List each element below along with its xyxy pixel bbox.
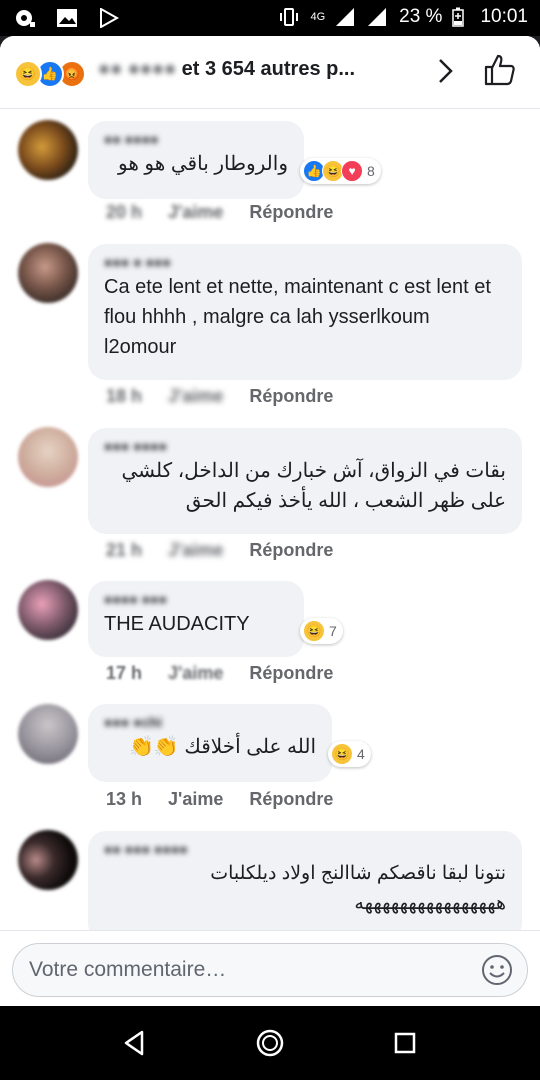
reply-link[interactable]: Répondre [249, 540, 333, 560]
comment-meta: 17 h J'aime Répondre [106, 663, 359, 684]
like-link[interactable]: J'aime [168, 202, 223, 222]
signal-icon [336, 8, 355, 26]
avatar[interactable] [18, 830, 78, 890]
avatar[interactable] [18, 580, 78, 640]
like-link[interactable]: J'aime [168, 386, 223, 406]
reply-link[interactable]: Répondre [249, 663, 333, 683]
haha-icon: 😆 [331, 743, 353, 765]
like-button-icon[interactable] [482, 52, 518, 88]
comment-time: 21 h [106, 540, 143, 560]
comment-author[interactable]: ●● ●●●● [104, 131, 288, 149]
reaction-count: 7 [329, 623, 337, 639]
notification-icon [16, 10, 35, 27]
comment-text: THE AUDACITY [104, 613, 250, 635]
comment-text: Ca ete lent et nette, maintenant c est l… [104, 276, 491, 358]
comment-text: بقات في الزواق، آش خبارك من الداخل، كلشي… [121, 460, 506, 512]
haha-icon: 😆 [14, 60, 42, 88]
comments-panel: 😆 👍 😡 ●● ●●●● et 3 654 autres p... ●● ●●… [0, 36, 540, 1006]
emoji-icon[interactable] [481, 954, 513, 986]
avatar[interactable] [18, 243, 78, 303]
love-icon: ♥ [341, 160, 363, 182]
network-type: 4G [310, 11, 326, 23]
comment-author[interactable]: ●●● ●●●● [104, 438, 506, 456]
comment-composer: Votre commentaire… [0, 930, 540, 1006]
comment-meta: 20 h J'aime Répondre [106, 202, 359, 223]
comment-reactions[interactable]: 👍 😆 ♥ 8 [300, 158, 381, 184]
reactors-suffix: et 3 654 autres p... [181, 58, 356, 80]
status-bar: 4G 23 % 10:01 [0, 0, 540, 36]
comment-input[interactable]: Votre commentaire… [12, 943, 528, 997]
comment-author[interactable]: ●●●● ●●● [104, 591, 288, 609]
comment-meta: 18 h J'aime Répondre [106, 386, 359, 407]
comment-input-placeholder: Votre commentaire… [29, 958, 227, 981]
comment-text: نتونا لبقا ناقصكم شاالنج اولاد ديلكلبات … [210, 863, 506, 914]
battery-percent: 23 % [399, 6, 443, 27]
system-nav-bar [0, 1006, 540, 1080]
chevron-right-icon[interactable] [430, 56, 460, 86]
avatar[interactable] [18, 120, 78, 180]
reaction-summary: 😆 👍 😡 [14, 60, 94, 88]
comment-text: والروطار باقي هو هو [118, 153, 288, 175]
vibrate-icon [280, 8, 299, 26]
comment-reactions[interactable]: 😆 7 [300, 618, 343, 644]
reply-link[interactable]: Répondre [249, 386, 333, 406]
comment-bubble[interactable]: ●●● ●chi الله على أخلاقك 👏👏 [88, 704, 332, 782]
avatar[interactable] [18, 704, 78, 764]
back-icon[interactable] [118, 1026, 152, 1060]
signal-icon-2 [368, 8, 387, 26]
comment-author[interactable]: ●● ●●● ●●●● [104, 841, 506, 859]
comment-meta: 13 h J'aime Répondre [106, 789, 359, 810]
comment-author[interactable]: ●●● ●chi [104, 714, 316, 732]
gallery-icon [57, 9, 77, 27]
comment-bubble[interactable]: ●● ●●● ●●●● نتونا لبقا ناقصكم شاالنج اول… [88, 831, 522, 941]
like-link[interactable]: J'aime [168, 540, 223, 560]
clock: 10:01 [480, 6, 528, 27]
reactions-header[interactable]: 😆 👍 😡 ●● ●●●● et 3 654 autres p... [0, 36, 540, 109]
comment-bubble[interactable]: ●●●● ●●● THE AUDACITY [88, 581, 304, 657]
comment-author[interactable]: ●●● ● ●●● [104, 254, 506, 272]
comment-bubble[interactable]: ●●● ●●●● بقات في الزواق، آش خبارك من الد… [88, 428, 522, 534]
reaction-count: 4 [357, 746, 365, 762]
like-link[interactable]: J'aime [168, 789, 223, 809]
like-link[interactable]: J'aime [168, 663, 223, 683]
comment-meta: 21 h J'aime Répondre [106, 540, 359, 561]
play-store-icon [100, 8, 120, 28]
comment-bubble[interactable]: ●● ●●●● والروطار باقي هو هو [88, 121, 304, 199]
reactors-names: ●● ●●●● [98, 58, 177, 80]
recents-icon[interactable] [388, 1026, 422, 1060]
reactors-text[interactable]: ●● ●●●● et 3 654 autres p... [98, 58, 355, 81]
reply-link[interactable]: Répondre [249, 202, 333, 222]
comment-text: الله على أخلاقك 👏👏 [129, 736, 316, 758]
comment-time: 18 h [106, 386, 143, 406]
comment-reactions[interactable]: 😆 4 [328, 741, 371, 767]
home-icon[interactable] [253, 1026, 287, 1060]
haha-icon: 😆 [303, 620, 325, 642]
battery-icon [452, 7, 465, 27]
reaction-count: 8 [367, 163, 375, 179]
comment-time: 20 h [106, 202, 143, 222]
comment-time: 17 h [106, 663, 143, 683]
avatar[interactable] [18, 427, 78, 487]
comment-time: 13 h [106, 789, 143, 809]
reply-link[interactable]: Répondre [249, 789, 333, 809]
comment-bubble[interactable]: ●●● ● ●●● Ca ete lent et nette, maintena… [88, 244, 522, 380]
